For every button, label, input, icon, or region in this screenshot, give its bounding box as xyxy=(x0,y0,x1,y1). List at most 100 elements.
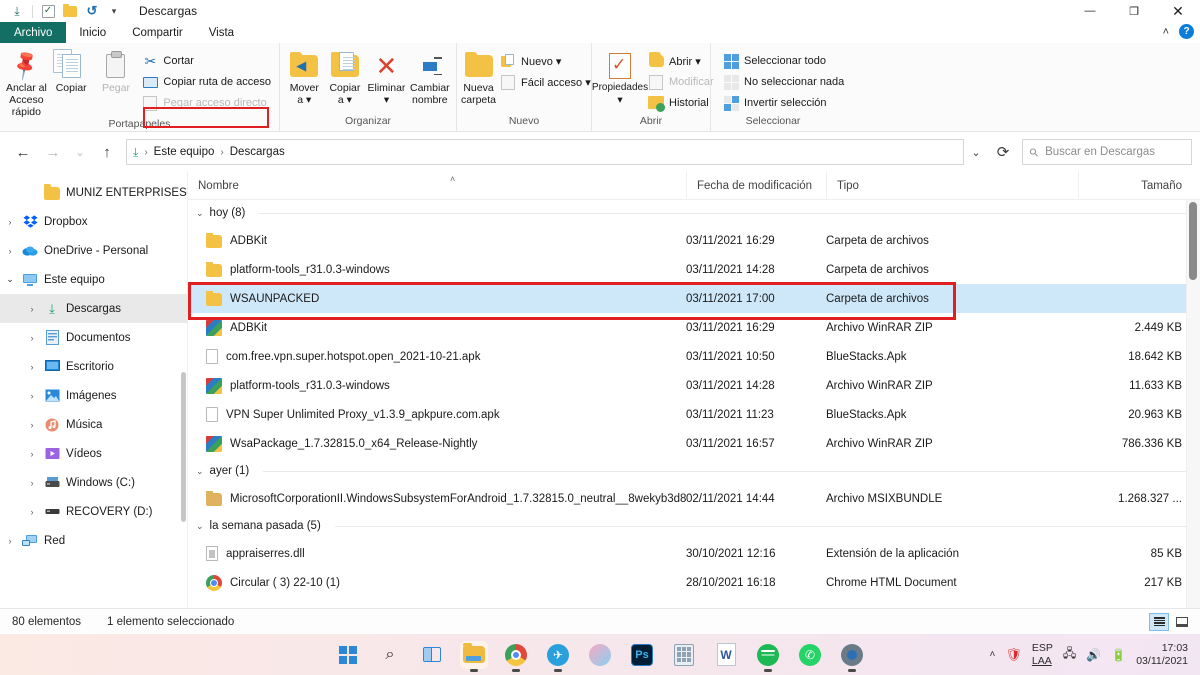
chevron-right-icon[interactable]: › xyxy=(22,362,42,372)
select-all-button[interactable]: Seleccionar todo xyxy=(719,51,848,71)
sidebar-item-muniz-enterprises[interactable]: MUNIZ ENTERPRISES AC. xyxy=(0,178,187,207)
group-header-semana-pasada[interactable]: ⌄ la semana pasada (5) xyxy=(188,513,1200,539)
paint-icon[interactable] xyxy=(586,641,614,669)
undo-icon[interactable]: ↺ xyxy=(81,1,103,21)
chrome-icon[interactable] xyxy=(502,641,530,672)
breadcrumb-descargas[interactable]: Descargas xyxy=(230,146,285,158)
sidebar-item-videos[interactable]: › Vídeos xyxy=(0,439,187,468)
cut-button[interactable]: ✂ Cortar xyxy=(138,51,275,71)
task-view-icon[interactable] xyxy=(418,641,446,669)
chevron-right-icon[interactable]: › xyxy=(22,478,42,488)
forward-button[interactable]: → xyxy=(38,137,68,167)
volume-icon[interactable]: 🔊 xyxy=(1086,648,1101,662)
sidebar-item-red[interactable]: › Red xyxy=(0,526,187,555)
chevron-right-icon[interactable]: › xyxy=(0,536,20,546)
download-icon[interactable]: ⤓ xyxy=(6,1,28,21)
table-row-selected[interactable]: WSAUNPACKED 03/11/2021 17:00 Carpeta de … xyxy=(188,284,1200,313)
close-button[interactable]: ✕ xyxy=(1156,0,1200,22)
table-row[interactable]: ADBKit 03/11/2021 16:29 Carpeta de archi… xyxy=(188,226,1200,255)
sidebar-item-dropbox[interactable]: › Dropbox xyxy=(0,207,187,236)
history-button[interactable]: Historial xyxy=(644,93,718,113)
back-button[interactable]: ← xyxy=(8,137,38,167)
tab-inicio[interactable]: Inicio xyxy=(66,22,119,43)
sidebar-item-escritorio[interactable]: › Escritorio xyxy=(0,352,187,381)
collapse-ribbon-icon[interactable]: ˄ xyxy=(1163,26,1169,38)
tab-archivo[interactable]: Archivo xyxy=(0,22,67,43)
move-to-button[interactable]: Mover a ▾ xyxy=(284,48,325,106)
maximize-button[interactable]: ❐ xyxy=(1112,0,1156,22)
tiles-view-icon[interactable] xyxy=(1172,613,1192,631)
language-indicator[interactable]: ESP LAA xyxy=(1032,642,1053,666)
breadcrumb-este-equipo[interactable]: Este equipo xyxy=(154,146,215,158)
new-item-button[interactable]: Nuevo ▾ xyxy=(496,51,595,71)
search-icon[interactable]: ⌕ xyxy=(376,641,404,669)
chevron-right-icon[interactable]: › xyxy=(22,420,42,430)
chevron-right-icon[interactable]: › xyxy=(22,333,42,343)
sidebar-item-este-equipo[interactable]: ⌄ Este equipo xyxy=(0,265,187,294)
copy-to-button[interactable]: Copiar a ▾ xyxy=(325,48,366,106)
spotify-icon[interactable] xyxy=(754,641,782,672)
sidebar-item-documentos[interactable]: › Documentos xyxy=(0,323,187,352)
column-header-tamano[interactable]: Tamaño xyxy=(1078,172,1190,200)
sidebar-item-musica[interactable]: › Música xyxy=(0,410,187,439)
address-bar[interactable]: ⤓ › Este equipo › Descargas xyxy=(126,139,964,165)
sidebar-item-onedrive[interactable]: › OneDrive - Personal xyxy=(0,236,187,265)
easy-access-button[interactable]: Fácil acceso ▾ xyxy=(496,72,595,92)
table-row[interactable]: com.free.vpn.super.hotspot.open_2021-10-… xyxy=(188,342,1200,371)
chevron-right-icon[interactable]: › xyxy=(0,246,20,256)
recent-locations-button[interactable]: ⌄ xyxy=(68,137,92,167)
refresh-button[interactable]: ⟳ xyxy=(988,137,1018,167)
chevron-down-icon[interactable]: ⌄ xyxy=(196,521,204,532)
address-dropdown-button[interactable]: ⌄ xyxy=(964,137,988,167)
table-row[interactable]: ADBKit 03/11/2021 16:29 Archivo WinRAR Z… xyxy=(188,313,1200,342)
tray-overflow-icon[interactable]: ˄ xyxy=(990,649,996,660)
edit-button[interactable]: Modificar xyxy=(644,72,718,92)
open-button[interactable]: Abrir ▾ xyxy=(644,51,718,71)
table-row[interactable]: MicrosoftCorporationII.WindowsSubsystemF… xyxy=(188,484,1200,513)
rename-button[interactable]: Cambiar nombre xyxy=(408,48,452,106)
chevron-right-icon[interactable]: › xyxy=(22,449,42,459)
table-row[interactable]: Circular ( 3) 22-10 (1) 28/10/2021 16:18… xyxy=(188,568,1200,597)
start-icon[interactable] xyxy=(334,641,362,669)
help-icon[interactable]: ? xyxy=(1179,24,1194,39)
sidebar-item-recovery-d[interactable]: › RECOVERY (D:) xyxy=(0,497,187,526)
chevron-down-icon[interactable]: ▾ xyxy=(103,1,125,21)
minimize-button[interactable]: — xyxy=(1068,0,1112,22)
sidebar-item-descargas[interactable]: › ⤓ Descargas xyxy=(0,294,187,323)
battery-icon[interactable]: 🔋 xyxy=(1111,648,1126,662)
telegram-icon[interactable]: ✈ xyxy=(544,641,572,672)
column-header-tipo[interactable]: Tipo xyxy=(826,172,1078,200)
file-explorer-icon[interactable] xyxy=(460,640,488,672)
table-row[interactable]: platform-tools_r31.0.3-windows 03/11/202… xyxy=(188,371,1200,400)
chevron-right-icon[interactable]: › xyxy=(22,391,42,401)
paste-button[interactable]: Pegar xyxy=(94,48,139,94)
chevron-down-icon[interactable]: ⌄ xyxy=(196,466,204,477)
table-row[interactable]: WsaPackage_1.7.32815.0_x64_Release-Night… xyxy=(188,429,1200,458)
properties-button[interactable]: Propiedades ▾ xyxy=(592,48,648,106)
group-header-hoy[interactable]: ⌄ hoy (8) xyxy=(188,200,1200,226)
table-row[interactable]: appraiserres.dll 30/10/2021 12:16 Extens… xyxy=(188,539,1200,568)
chevron-right-icon[interactable]: › xyxy=(22,304,42,314)
shield-icon[interactable]: 🛡 xyxy=(1005,647,1022,663)
select-none-button[interactable]: No seleccionar nada xyxy=(719,72,848,92)
invert-selection-button[interactable]: Invertir selección xyxy=(719,93,848,113)
paste-shortcut-button[interactable]: Pegar acceso directo xyxy=(138,93,275,113)
chevron-right-icon[interactable]: › xyxy=(0,217,20,227)
up-button[interactable]: ↑ xyxy=(92,137,122,167)
photoshop-icon[interactable]: Ps xyxy=(628,641,656,669)
folder-icon[interactable] xyxy=(59,1,81,21)
search-box[interactable]: ⚲ Buscar en Descargas xyxy=(1022,139,1192,165)
chevron-down-icon[interactable]: ⌄ xyxy=(0,274,20,285)
network-icon[interactable]: 🖧 xyxy=(1063,644,1076,665)
details-view-icon[interactable] xyxy=(1149,612,1169,631)
settings-icon[interactable] xyxy=(838,641,866,672)
tab-compartir[interactable]: Compartir xyxy=(119,22,195,43)
new-folder-button[interactable]: Nueva carpeta xyxy=(461,48,496,106)
word-icon[interactable] xyxy=(712,641,740,669)
pin-to-quick-access-button[interactable]: 📌 Anclar al Acceso rápido xyxy=(4,48,49,119)
file-list-scrollbar-thumb[interactable] xyxy=(1189,202,1197,280)
clock[interactable]: 17:03 03/11/2021 xyxy=(1136,642,1192,667)
chevron-down-icon[interactable]: ⌄ xyxy=(196,208,204,219)
copy-path-button[interactable]: Copiar ruta de acceso xyxy=(138,72,275,92)
sidebar-item-imagenes[interactable]: › Imágenes xyxy=(0,381,187,410)
